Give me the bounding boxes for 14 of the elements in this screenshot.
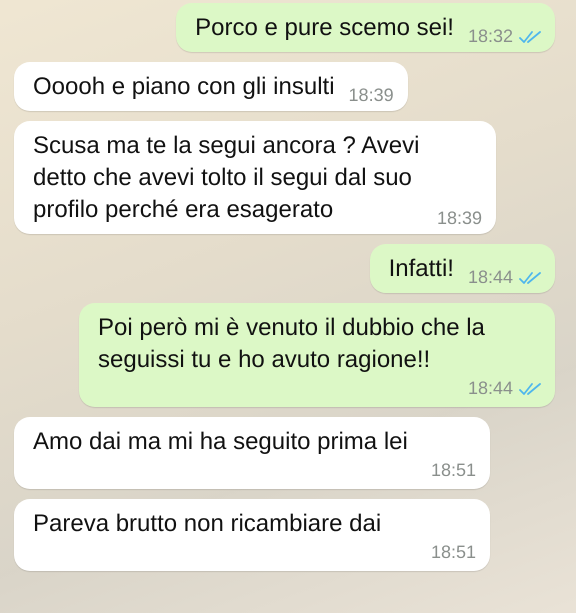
message-time: 18:51 xyxy=(430,460,476,481)
message-time: 18:44 xyxy=(468,267,513,288)
message-text: Porco e pure scemo sei! xyxy=(195,13,454,43)
message-time: 18:44 xyxy=(468,378,513,399)
message-time: 18:39 xyxy=(348,85,394,106)
message-time: 18:51 xyxy=(430,542,476,563)
message-text: Pareva brutto non ricambiare dai xyxy=(33,509,382,539)
message-text: Infatti! xyxy=(388,254,454,284)
message-time: 18:39 xyxy=(436,208,482,229)
message-text: Poi però mi è venuto il dubbio che la seguissi tu e ho avuto ragione!! xyxy=(98,313,486,375)
message-text: Amo dai ma mi ha seguito prima lei xyxy=(33,427,409,457)
message-time: 18:32 xyxy=(468,26,513,47)
message-text: Ooooh e piano con gli insulti xyxy=(33,72,335,102)
message-text: Scusa ma te la segui ancora ? Avevi detto che avevi tolto il segui dal suo profilo perché era esagerato xyxy=(33,131,420,225)
